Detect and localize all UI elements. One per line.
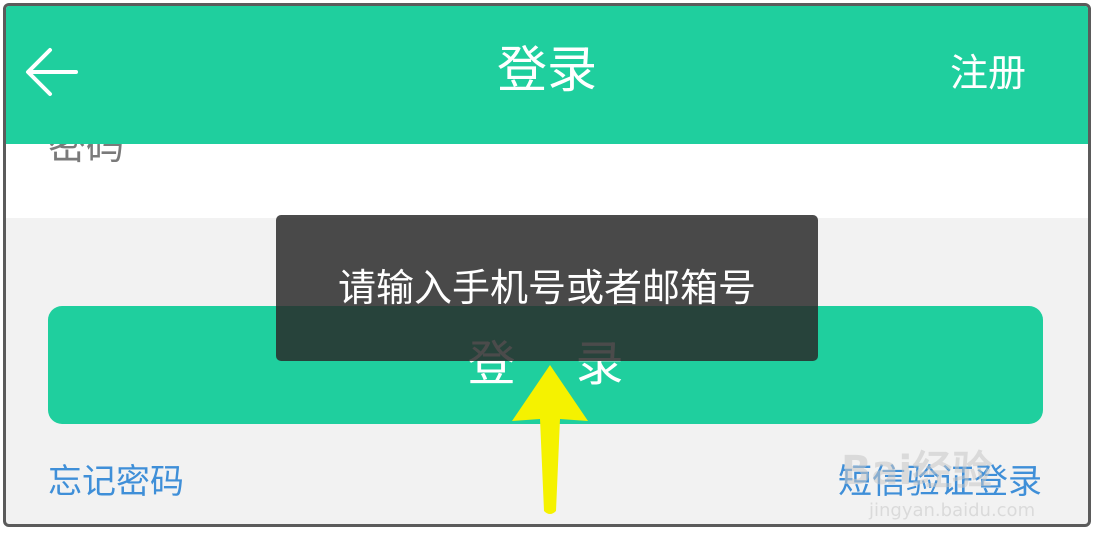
password-label: 密码: [48, 144, 125, 168]
watermark-text: Bai经验: [841, 448, 993, 494]
pointer-arrow-icon: [512, 365, 588, 514]
top-bar: 登录 注册: [6, 6, 1088, 144]
register-link[interactable]: 注册: [950, 48, 1026, 98]
app-screen: 登录 注册 密码 登录 忘记密码 短信验证登录 请输入手机号或者邮箱号 Bai经…: [3, 3, 1091, 527]
toast-message: 请输入手机号或者邮箱号: [276, 215, 818, 361]
forgot-password-link[interactable]: 忘记密码: [48, 458, 184, 506]
page-title: 登录: [497, 41, 597, 99]
toast-text: 请输入手机号或者邮箱号: [337, 266, 756, 310]
password-row[interactable]: 密码: [6, 144, 1088, 218]
watermark: Bai经验 jingyan.baidu.com: [841, 418, 1051, 524]
watermark-url: jingyan.baidu.com: [869, 500, 1036, 521]
